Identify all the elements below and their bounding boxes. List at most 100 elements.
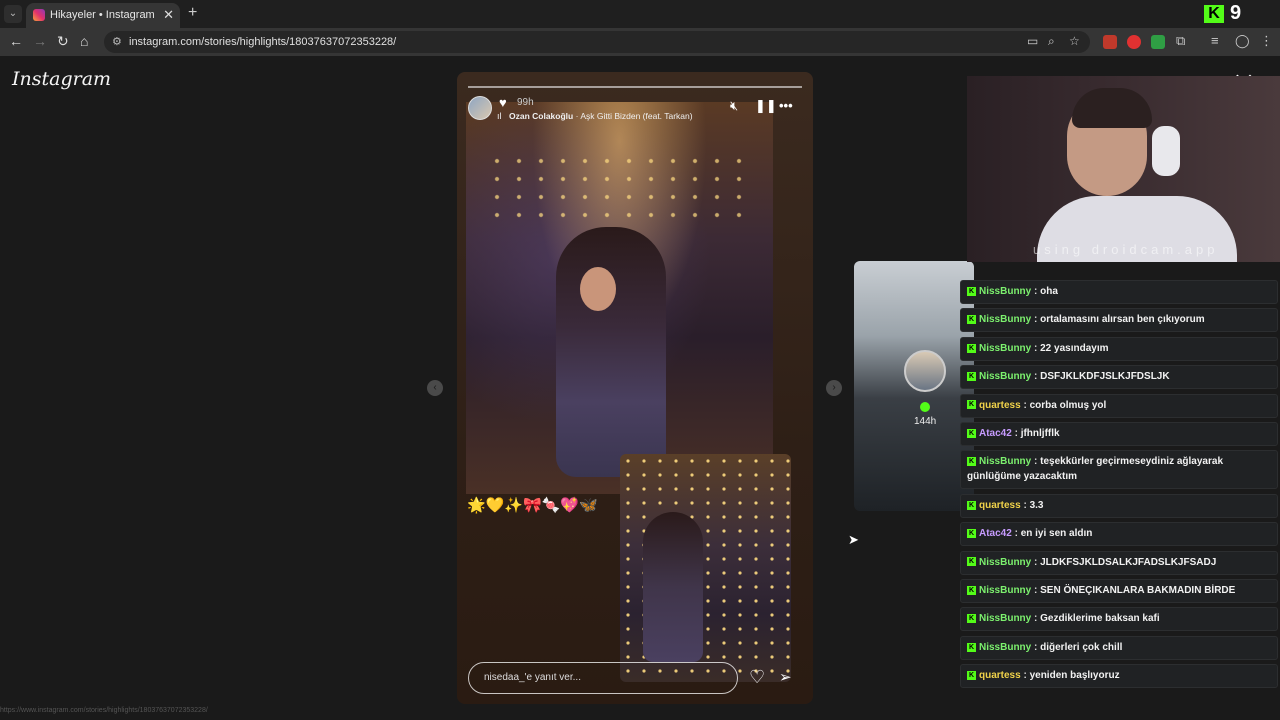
- chat-username[interactable]: NissBunny: [979, 557, 1031, 568]
- address-bar[interactable]: ⚙ instagram.com/stories/highlights/18037…: [104, 31, 1090, 53]
- chat-message: K NissBunny : teşekkürler geçirmeseydiniz…: [960, 450, 1278, 490]
- chat-username[interactable]: NissBunny: [979, 456, 1031, 467]
- tab-search-button[interactable]: ⌄: [4, 5, 22, 23]
- ceiling-lights: [486, 152, 756, 222]
- chat-separator: :: [1031, 456, 1041, 468]
- next-story-time: 144h: [914, 416, 937, 427]
- tab-active[interactable]: Hikayeler • Instagram ✕: [26, 3, 180, 28]
- extension-red-icon[interactable]: [1127, 35, 1141, 49]
- chat-username[interactable]: NissBunny: [979, 314, 1031, 325]
- chat-separator: :: [1031, 613, 1041, 625]
- kick-badge-icon: K: [967, 670, 976, 680]
- chat-message: K NissBunny : SEN ÖNEÇIKANLARA BAKMADIN B…: [960, 578, 1278, 603]
- back-arrow-icon[interactable]: ←: [9, 33, 23, 49]
- chat-text: 22 yasındayım: [1040, 342, 1109, 354]
- webcam-person-hair: [1072, 88, 1152, 128]
- story-author-avatar[interactable]: [468, 96, 492, 120]
- song-title: · Aşk Gitti Bizden (feat. Tarkan): [573, 111, 693, 121]
- bookmark-star-icon[interactable]: ☆: [1069, 34, 1080, 48]
- home-icon[interactable]: ⌂: [80, 33, 88, 49]
- previous-story-chevron-icon[interactable]: ‹: [427, 380, 443, 396]
- chat-message: K NissBunny : 22 yasındayım: [960, 336, 1278, 361]
- kick-badge-icon: K: [967, 343, 976, 353]
- chat-text: jfhnljfflk: [1020, 427, 1060, 439]
- tab-title: Hikayeler • Instagram: [50, 9, 155, 21]
- kick-badge-icon: K: [967, 372, 976, 382]
- chat-username[interactable]: Atac42: [979, 528, 1012, 539]
- chat-username[interactable]: quartess: [979, 670, 1021, 681]
- tab-close-icon[interactable]: ✕: [163, 7, 174, 23]
- chat-message: Kquartess : yeniden başlıyoruz: [960, 664, 1278, 689]
- chat-username[interactable]: NissBunny: [979, 642, 1031, 653]
- chat-separator: :: [1011, 427, 1021, 439]
- chat-message: K NissBunny : ortalamasını alırsan ben çı…: [960, 308, 1278, 333]
- send-direct-icon[interactable]: ➢: [779, 668, 792, 686]
- kick-logo-icon: K: [1204, 5, 1224, 23]
- story-song[interactable]: Ozan Colakoğlu · Aşk Gitti Bizden (feat.…: [509, 111, 693, 121]
- site-info-icon[interactable]: ⚙: [112, 35, 122, 48]
- chat-message: Kquartess : corba olmuş yol: [960, 393, 1278, 418]
- status-url: https://www.instagram.com/stories/highli…: [0, 707, 208, 714]
- kick-badge-icon: K: [967, 585, 976, 595]
- forward-arrow-icon[interactable]: →: [33, 33, 47, 49]
- chat-text: en iyi sen aldın: [1020, 528, 1093, 540]
- chat-overlay: K NissBunny : oha K NissBunny : ortalamasın…: [960, 280, 1278, 692]
- chat-message: K Atac42 : jfhnljfflk: [960, 421, 1278, 446]
- kick-badge-icon: K: [967, 528, 976, 538]
- chat-separator: :: [1031, 314, 1041, 326]
- new-tab-button[interactable]: +: [188, 4, 197, 22]
- reload-icon[interactable]: ↻: [57, 33, 69, 50]
- chat-username[interactable]: quartess: [979, 500, 1021, 511]
- chat-separator: :: [1031, 371, 1041, 383]
- url-text: instagram.com/stories/highlights/1803763…: [129, 36, 397, 48]
- story-progress-bar: [468, 86, 802, 88]
- chat-separator: :: [1011, 528, 1021, 540]
- muted-speaker-icon[interactable]: 🔇︎: [730, 98, 738, 114]
- chat-username[interactable]: NissBunny: [979, 613, 1031, 624]
- chat-message: K NissBunny : Gezdiklerime baksan kafi: [960, 607, 1278, 632]
- chat-message: K NissBunny : JLDKFSJKLDSALKJFADSLKJFSADJ: [960, 550, 1278, 575]
- kick-badge-icon: K: [967, 286, 976, 296]
- next-story-chevron-icon[interactable]: ›: [826, 380, 842, 396]
- chat-username[interactable]: NissBunny: [979, 343, 1031, 354]
- inset-person-figure: [643, 512, 703, 662]
- menu-kebab-icon[interactable]: ⋮: [1260, 33, 1273, 49]
- webcam-watermark: using droidcam.app: [1033, 242, 1219, 257]
- chat-separator: :: [1031, 342, 1041, 354]
- chat-message: K NissBunny : oha: [960, 280, 1278, 304]
- pause-icon[interactable]: ❚❚: [755, 98, 777, 114]
- zoom-icon[interactable]: ⌕: [1048, 34, 1055, 49]
- like-heart-icon[interactable]: ♡: [749, 667, 765, 688]
- person-figure: [556, 227, 666, 477]
- song-artist: Ozan Colakoğlu: [509, 111, 574, 121]
- chat-username[interactable]: NissBunny: [979, 585, 1031, 596]
- kick-badge-icon: K: [967, 614, 976, 624]
- chat-username[interactable]: Atac42: [979, 428, 1012, 439]
- kick-badge-icon: K: [967, 315, 976, 325]
- mouse-cursor-icon: ➤: [848, 532, 859, 547]
- kick-count: 9: [1230, 2, 1242, 24]
- next-story-avatar[interactable]: [904, 350, 946, 392]
- adblock-extension-icon[interactable]: [1103, 35, 1117, 49]
- instagram-logo[interactable]: Instagram: [12, 68, 111, 90]
- chat-username[interactable]: quartess: [979, 400, 1021, 411]
- story-viewer[interactable]: ♥ 99h ıl Ozan Colakoğlu · Aşk Gitti Bizd…: [457, 72, 813, 704]
- chat-username[interactable]: NissBunny: [979, 286, 1031, 297]
- profile-icon[interactable]: ◯: [1235, 33, 1250, 49]
- chat-separator: :: [1020, 670, 1030, 682]
- chat-text: yeniden başlıyoruz: [1029, 670, 1120, 682]
- chat-text: corba olmuş yol: [1029, 399, 1107, 411]
- instagram-favicon-icon: [33, 9, 45, 21]
- extensions-puzzle-icon[interactable]: ⧉: [1176, 33, 1185, 49]
- more-options-icon[interactable]: •••: [779, 98, 793, 113]
- person-face: [580, 267, 616, 311]
- install-app-icon[interactable]: ▭: [1027, 34, 1038, 48]
- chat-separator: :: [1031, 584, 1041, 596]
- kick-badge-icon: K: [967, 428, 976, 438]
- media-control-icon[interactable]: ≡: [1211, 33, 1219, 48]
- kick-badge-icon: K: [967, 457, 976, 467]
- reply-input[interactable]: nisedaa_'e yanıt ver...: [468, 662, 738, 694]
- chat-separator: :: [1031, 556, 1041, 568]
- chat-username[interactable]: NissBunny: [979, 371, 1031, 382]
- shield-extension-icon[interactable]: [1151, 35, 1165, 49]
